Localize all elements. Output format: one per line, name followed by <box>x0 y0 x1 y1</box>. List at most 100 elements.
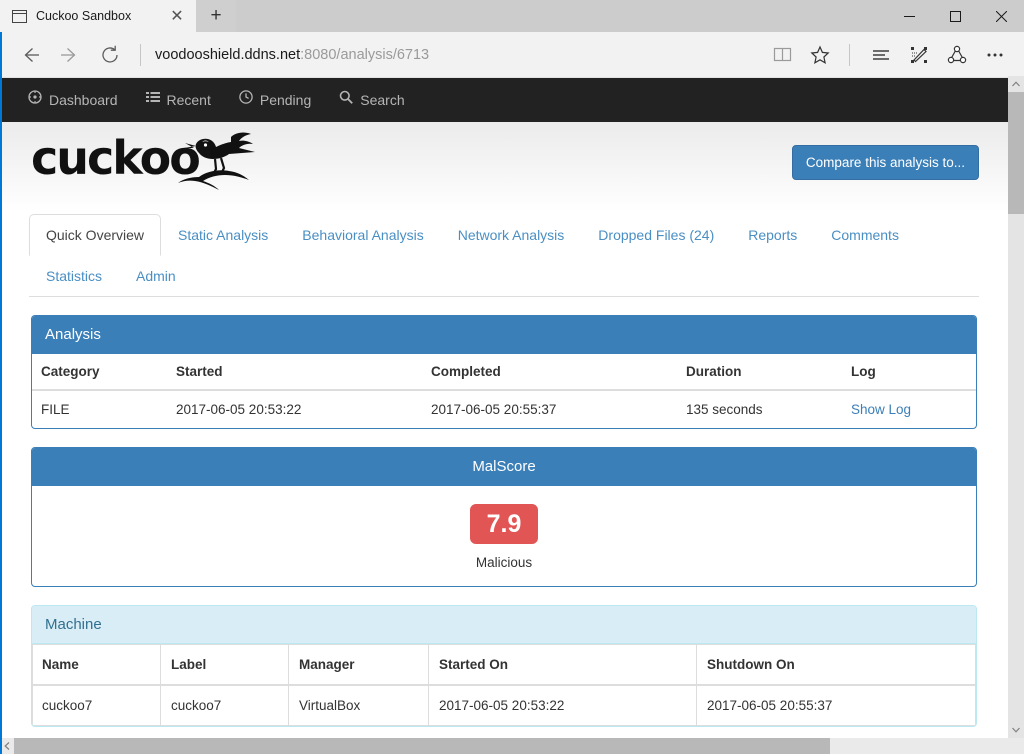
pencil-note-icon[interactable] <box>900 38 938 72</box>
th-completed: Completed <box>422 354 677 391</box>
th-shutdown-on: Shutdown On <box>696 644 976 687</box>
table-header-row: Category Started Completed Duration Log <box>32 354 976 391</box>
analysis-tabs: Quick Overview Static Analysis Behaviora… <box>29 210 979 297</box>
malscore-body: 7.9 Malicious <box>32 486 976 586</box>
close-icon[interactable] <box>978 0 1024 32</box>
scroll-up-icon[interactable] <box>1008 76 1024 92</box>
browser-tab-title: Cuckoo Sandbox <box>36 9 132 23</box>
forward-arrow-icon[interactable] <box>50 38 90 72</box>
topnav-item-dashboard[interactable]: Dashboard <box>14 78 132 122</box>
th-category: Category <box>32 354 167 391</box>
th-started-on: Started On <box>428 644 697 687</box>
malscore-badge: 7.9 <box>469 504 539 545</box>
clock-icon <box>239 78 253 122</box>
tab-quick-overview[interactable]: Quick Overview <box>29 214 162 256</box>
address-bar[interactable]: voodooshield.ddns.net:8080/analysis/6713 <box>153 47 763 63</box>
td-started-on: 2017-06-05 20:53:22 <box>428 684 697 727</box>
navbar-divider-2 <box>849 43 850 66</box>
search-icon <box>339 78 354 122</box>
scroll-down-icon[interactable] <box>1008 722 1024 738</box>
topnav-label: Dashboard <box>49 92 118 108</box>
window-accent-edge <box>0 32 2 754</box>
machine-table: Name Label Manager Started On Shutdown O… <box>32 644 976 727</box>
close-icon[interactable]: ✕ <box>164 3 190 29</box>
minimize-icon[interactable] <box>886 0 932 32</box>
table-header-row: Name Label Manager Started On Shutdown O… <box>32 644 976 687</box>
browser-navbar: voodooshield.ddns.net:8080/analysis/6713 <box>0 32 1024 78</box>
topnav-label: Pending <box>259 92 312 108</box>
topnav-item-pending[interactable]: Pending <box>225 78 325 122</box>
td-started: 2017-06-05 20:53:22 <box>167 389 422 428</box>
tab-statistics[interactable]: Statistics <box>29 255 119 297</box>
machine-panel-title: Machine <box>32 606 976 645</box>
table-row: FILE 2017-06-05 20:53:22 2017-06-05 20:5… <box>32 389 976 428</box>
vertical-scrollbar-thumb[interactable] <box>1008 92 1024 214</box>
topnav-label: Recent <box>166 92 211 108</box>
maximize-icon[interactable] <box>932 0 978 32</box>
show-log-link[interactable]: Show Log <box>851 402 911 417</box>
browser-window: Cuckoo Sandbox ✕ + voodooshield.ddns.net… <box>0 0 1024 754</box>
refresh-icon[interactable] <box>90 38 130 72</box>
table-row: cuckoo7 cuckoo7 VirtualBox 2017-06-05 20… <box>32 684 976 727</box>
url-path: :8080/analysis/6713 <box>300 46 430 63</box>
url-domain: voodooshield.ddns.net <box>155 46 301 63</box>
th-log: Log <box>842 354 976 391</box>
tab-behavioral-analysis[interactable]: Behavioral Analysis <box>285 214 440 256</box>
more-ellipsis-icon[interactable] <box>976 38 1014 72</box>
scrollbar-corner <box>1008 738 1024 754</box>
td-manager: VirtualBox <box>288 684 429 727</box>
td-category: FILE <box>32 389 167 428</box>
hub-lines-icon[interactable] <box>862 38 900 72</box>
star-icon[interactable] <box>801 38 839 72</box>
dashboard-icon <box>28 78 42 122</box>
th-label: Label <box>160 644 289 687</box>
topnav-item-recent[interactable]: Recent <box>132 78 225 122</box>
scroll-left-icon[interactable] <box>0 738 14 754</box>
td-duration: 135 seconds <box>677 389 842 428</box>
compare-analysis-button[interactable]: Compare this analysis to... <box>791 145 979 180</box>
window-icon <box>11 9 28 23</box>
vertical-scrollbar[interactable] <box>1008 76 1024 738</box>
tab-network-analysis[interactable]: Network Analysis <box>441 214 582 256</box>
topnav-item-search[interactable]: Search <box>325 78 418 122</box>
tab-dropped-files[interactable]: Dropped Files (24) <box>581 214 731 256</box>
navbar-divider <box>140 43 141 66</box>
share-icon[interactable] <box>938 38 976 72</box>
tab-static-analysis[interactable]: Static Analysis <box>161 214 285 256</box>
topnav-label: Search <box>360 92 405 108</box>
brand-row: cuckoo Compare this analysis to... <box>23 122 985 210</box>
list-icon <box>145 78 160 122</box>
analysis-panel: Analysis Category Started Completed Dura… <box>31 315 977 429</box>
book-icon[interactable] <box>763 38 801 72</box>
th-name: Name <box>32 644 161 687</box>
th-manager: Manager <box>288 644 429 687</box>
td-shutdown-on: 2017-06-05 20:55:37 <box>696 684 976 727</box>
browser-titlebar: Cuckoo Sandbox ✕ + <box>0 0 1024 32</box>
page-content: cuckoo Compare this analysis to... Quick… <box>0 122 1008 738</box>
td-label: cuckoo7 <box>160 684 289 727</box>
horizontal-scrollbar[interactable] <box>0 738 1024 754</box>
malscore-panel-title: MalScore <box>32 448 976 486</box>
browser-tab[interactable]: Cuckoo Sandbox ✕ <box>0 0 196 32</box>
content-container: cuckoo Compare this analysis to... Quick… <box>23 122 985 738</box>
malscore-panel: MalScore 7.9 Malicious <box>31 447 977 588</box>
window-controls <box>886 0 1024 32</box>
back-arrow-icon[interactable] <box>10 38 50 72</box>
td-name: cuckoo7 <box>32 684 161 727</box>
analysis-panel-title: Analysis <box>32 316 976 354</box>
tab-comments[interactable]: Comments <box>814 214 916 256</box>
horizontal-scrollbar-thumb[interactable] <box>14 738 830 754</box>
tab-reports[interactable]: Reports <box>731 214 814 256</box>
machine-panel: Machine Name Label Manager Started On Sh… <box>31 605 977 728</box>
cuckoo-logo[interactable]: cuckoo <box>31 132 255 190</box>
tab-admin[interactable]: Admin <box>119 255 193 297</box>
td-completed: 2017-06-05 20:55:37 <box>422 389 677 428</box>
cuckoo-topnav: Dashboard Recent Pending Search <box>0 78 1024 122</box>
th-duration: Duration <box>677 354 842 391</box>
td-log: Show Log <box>842 389 976 428</box>
th-started: Started <box>167 354 422 391</box>
navbar-actions <box>763 38 1014 72</box>
analysis-table: Category Started Completed Duration Log … <box>32 354 976 428</box>
new-tab-button[interactable]: + <box>196 0 236 32</box>
malscore-verdict: Malicious <box>475 555 533 571</box>
